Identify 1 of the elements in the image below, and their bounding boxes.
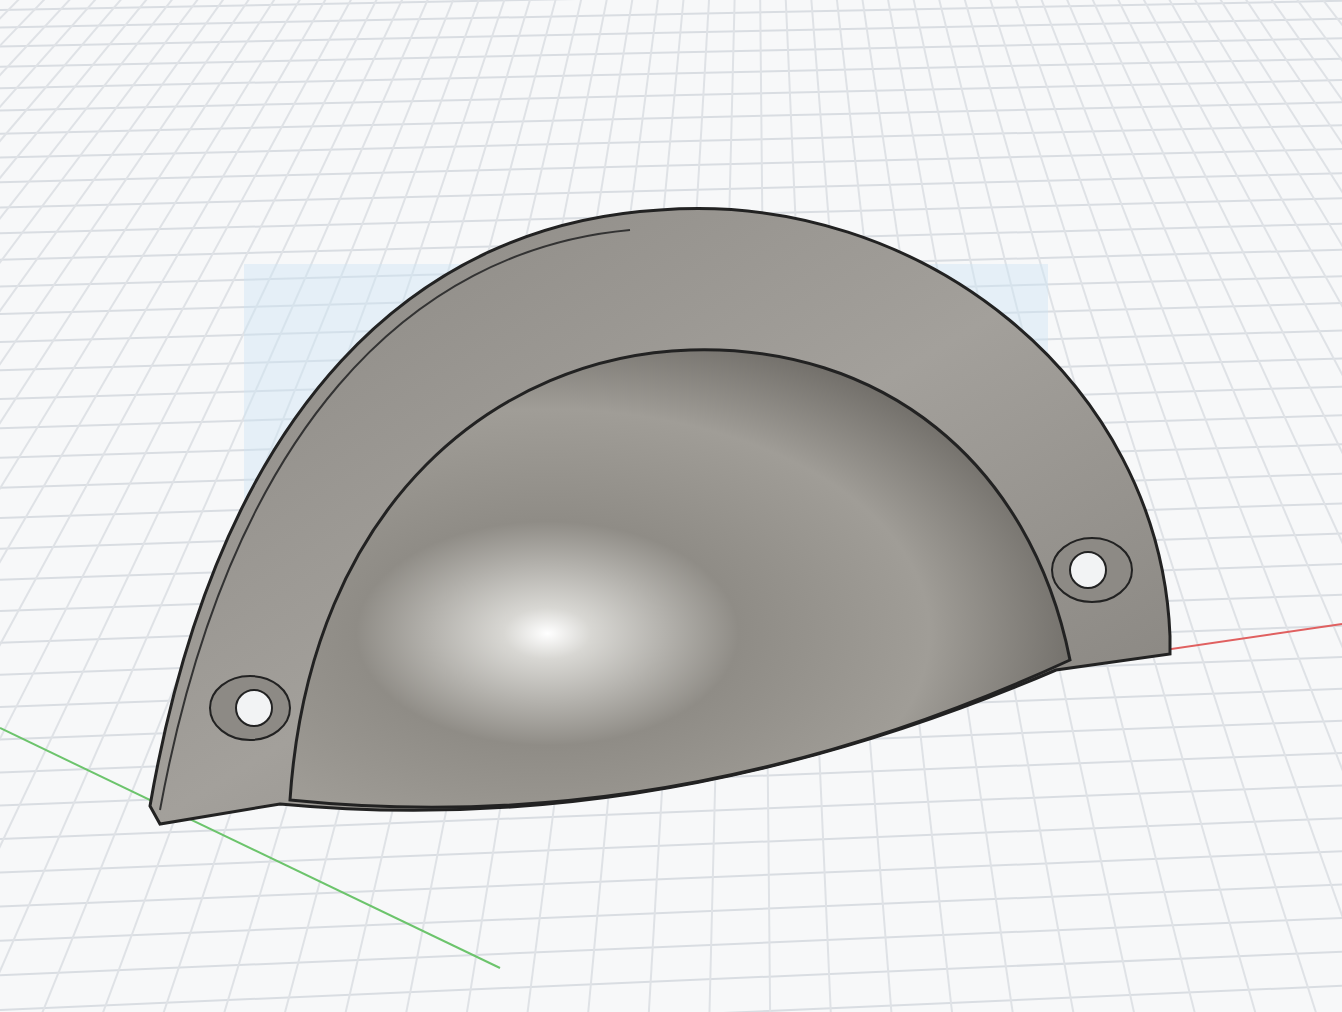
cup-handle-drawing[interactable] [148,207,1172,826]
